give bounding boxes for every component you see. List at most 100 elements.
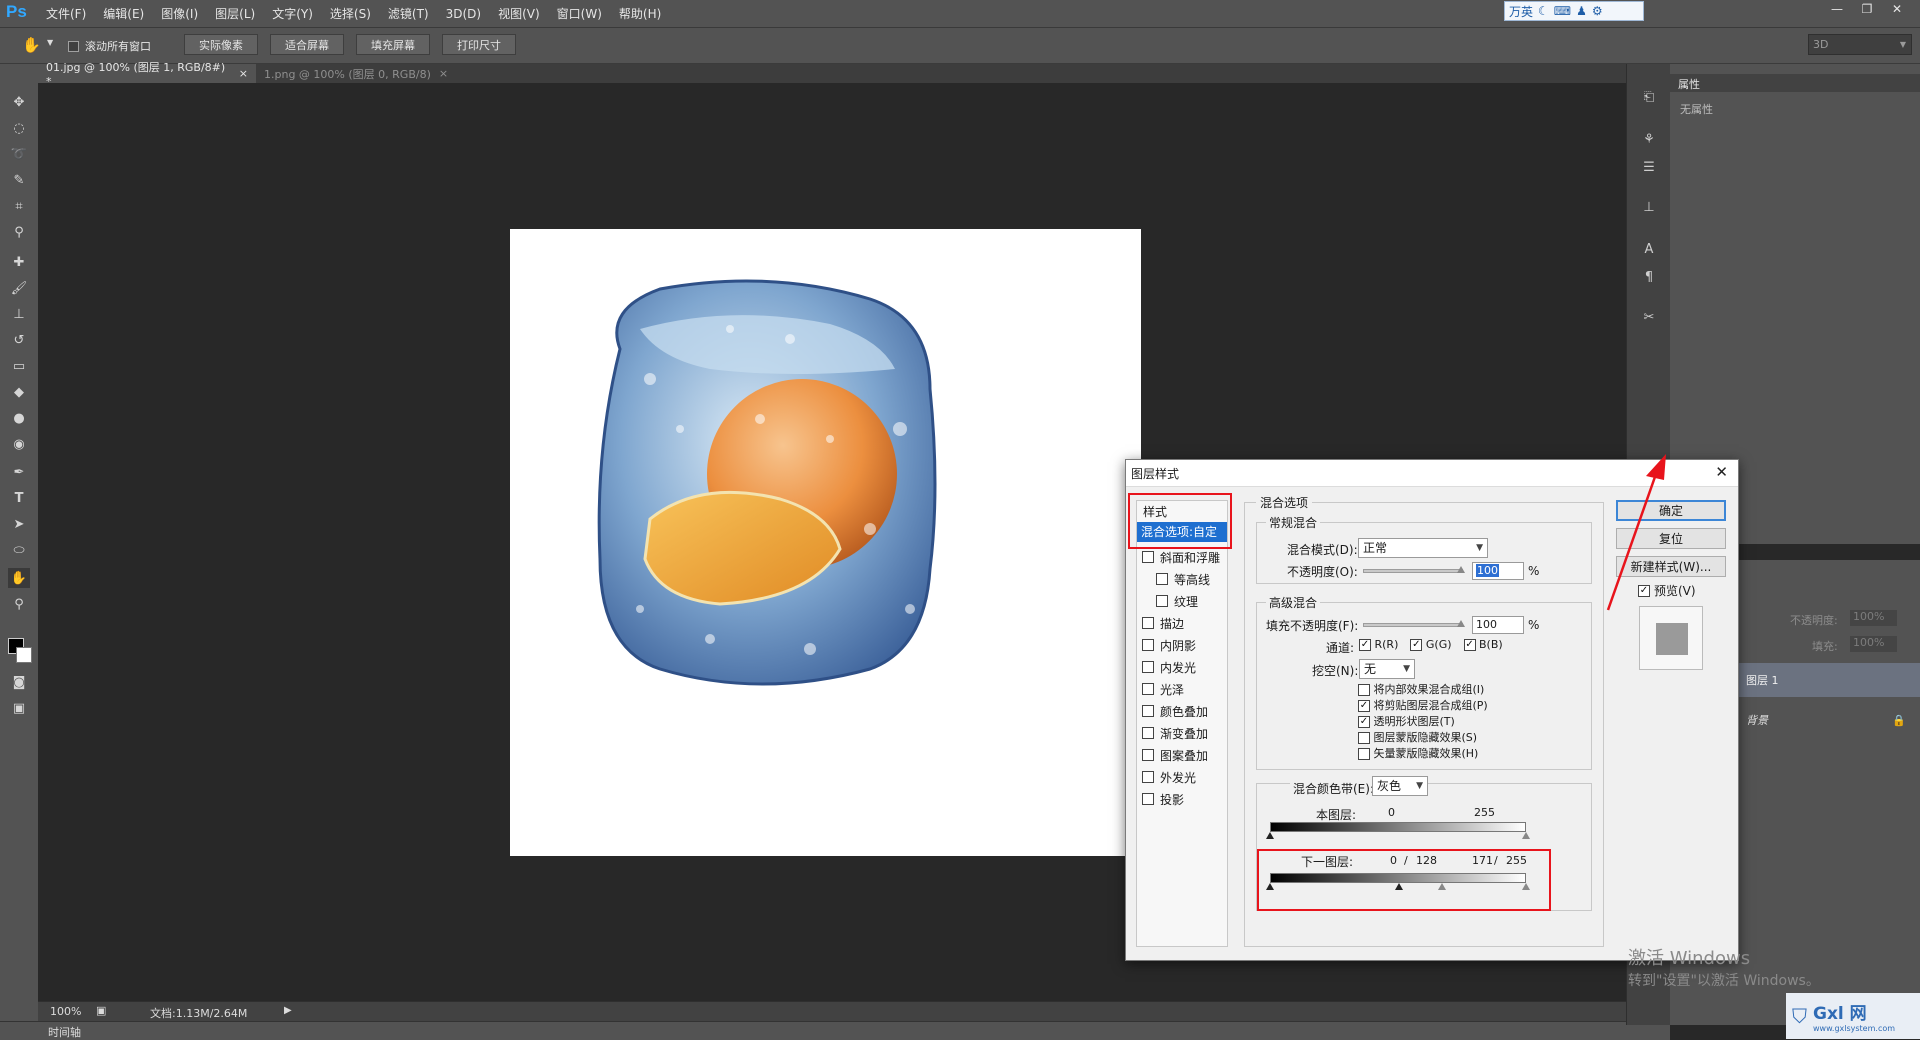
knockout-select[interactable]: 无 ▼ [1359, 659, 1415, 679]
hand-tool-icon[interactable]: ✋ [22, 36, 41, 54]
style-item-contour[interactable]: 等高线 [1156, 570, 1210, 588]
path-select-tool-icon[interactable]: ➤ [8, 514, 30, 534]
style-item-gradient-overlay[interactable]: 渐变叠加 [1142, 724, 1208, 742]
close-icon[interactable]: × [439, 67, 448, 80]
menu-image[interactable]: 图像(I) [161, 5, 198, 22]
healing-brush-tool-icon[interactable]: ✚ [8, 252, 30, 272]
fit-screen-button[interactable]: 适合屏幕 [270, 34, 344, 55]
menu-file[interactable]: 文件(F) [46, 5, 86, 22]
zoom-tool-icon[interactable]: ⚲ [8, 594, 30, 614]
screen-mode-icon[interactable]: ▣ [8, 698, 30, 718]
opacity-slider-handle[interactable] [1457, 566, 1465, 573]
eraser-tool-icon[interactable]: ▭ [8, 356, 30, 376]
menu-layer[interactable]: 图层(L) [215, 5, 255, 22]
menu-window[interactable]: 窗口(W) [557, 5, 602, 22]
print-size-button[interactable]: 打印尺寸 [442, 34, 516, 55]
style-checkbox[interactable] [1142, 749, 1154, 761]
style-checkbox[interactable] [1156, 595, 1168, 607]
style-checkbox[interactable] [1142, 727, 1154, 739]
workspace-select[interactable]: 3D ▼ [1808, 34, 1912, 55]
adjustments-panel-icon[interactable]: ⚘ [1638, 128, 1660, 150]
stamp-panel-icon[interactable]: ⊥ [1638, 196, 1660, 218]
scroll-all-windows[interactable]: 滚动所有窗口 [68, 38, 151, 54]
option-vector-mask-hides[interactable]: 矢量蒙版隐藏效果(H) [1358, 746, 1488, 762]
this-layer-white-slider[interactable] [1522, 832, 1530, 839]
this-layer-black-slider[interactable] [1266, 832, 1274, 839]
style-checkbox[interactable] [1142, 661, 1154, 673]
play-icon[interactable]: ▶ [284, 1005, 292, 1016]
opacity-input[interactable]: 100 [1472, 562, 1524, 580]
style-item-drop-shadow[interactable]: 投影 [1142, 790, 1184, 808]
dodge-tool-icon[interactable]: ◉ [8, 434, 30, 454]
menu-view[interactable]: 视图(V) [498, 5, 540, 22]
menu-type[interactable]: 文字(Y) [272, 5, 313, 22]
checkbox-b[interactable]: ✓ [1463, 639, 1476, 651]
menu-edit[interactable]: 编辑(E) [103, 5, 144, 22]
option-blend-interior[interactable]: 将内部效果混合成组(I) [1358, 682, 1488, 698]
style-checkbox[interactable] [1142, 683, 1154, 695]
close-icon[interactable]: × [239, 67, 248, 80]
background-color-swatch[interactable] [16, 647, 32, 663]
character-panel-icon[interactable]: A [1638, 238, 1660, 260]
chevron-down-icon[interactable]: ▼ [47, 38, 53, 47]
blur-tool-icon[interactable]: ● [8, 408, 30, 428]
eyedropper-tool-icon[interactable]: ⚲ [8, 222, 30, 242]
pen-tool-icon[interactable]: ✒ [8, 462, 30, 482]
quick-mask-icon[interactable]: ◙ [8, 672, 30, 692]
timeline-label[interactable]: 时间轴 [48, 1024, 81, 1040]
channel-r[interactable]: ✓ R(R) [1359, 638, 1398, 651]
opacity-slider[interactable] [1363, 569, 1463, 573]
opacity-value[interactable]: 100% [1850, 610, 1897, 626]
minimize-icon[interactable]: — [1822, 0, 1852, 18]
fill-value[interactable]: 100% [1850, 636, 1897, 652]
layer-name[interactable]: 图层 1 [1746, 672, 1779, 688]
this-layer-gradient[interactable] [1270, 822, 1526, 832]
document-canvas[interactable] [510, 229, 1141, 856]
blend-if-select[interactable]: 灰色 ▼ [1372, 776, 1428, 796]
ime-chars[interactable]: 万英 [1509, 3, 1533, 20]
brush-tool-icon[interactable]: 🖌 [8, 278, 30, 298]
style-checkbox[interactable] [1142, 771, 1154, 783]
checkbox[interactable] [1358, 748, 1370, 760]
hand-tool-icon[interactable]: ✋ [8, 568, 30, 588]
fill-opacity-slider[interactable] [1363, 623, 1463, 627]
menu-select[interactable]: 选择(S) [330, 5, 371, 22]
fill-opacity-slider-handle[interactable] [1457, 620, 1465, 627]
style-checkbox[interactable] [1156, 573, 1168, 585]
clone-stamp-tool-icon[interactable]: ⊥ [8, 304, 30, 324]
fill-opacity-input[interactable]: 100 [1472, 616, 1524, 634]
channel-b[interactable]: ✓ B(B) [1463, 638, 1503, 651]
sliders-panel-icon[interactable]: ☰ [1638, 156, 1660, 178]
style-checkbox[interactable] [1142, 793, 1154, 805]
crop-tool-icon[interactable]: ⌗ [8, 196, 30, 216]
checkbox[interactable] [1358, 684, 1370, 696]
marquee-tool-icon[interactable]: ◌ [8, 118, 30, 138]
history-brush-tool-icon[interactable]: ↺ [8, 330, 30, 350]
channel-g[interactable]: ✓ G(G) [1410, 638, 1452, 651]
lasso-tool-icon[interactable]: ➰ [8, 144, 30, 164]
quick-select-tool-icon[interactable]: ✎ [8, 170, 30, 190]
checkbox-r[interactable]: ✓ [1359, 639, 1371, 651]
layer-row-background[interactable]: 背景 🔒 [1738, 703, 1920, 737]
style-item-pattern-overlay[interactable]: 图案叠加 [1142, 746, 1208, 764]
option-blend-clipped[interactable]: ✓ 将剪贴图层混合成组(P) [1358, 698, 1488, 714]
tab-1-png[interactable]: 1.png @ 100% (图层 0, RGB/8) × [256, 64, 492, 83]
type-tool-icon[interactable]: T [8, 488, 30, 508]
style-item-outer-glow[interactable]: 外发光 [1142, 768, 1196, 786]
style-item-bevel[interactable]: 斜面和浮雕 [1142, 548, 1220, 566]
move-tool-icon[interactable]: ✥ [8, 92, 30, 112]
ellipse-tool-icon[interactable]: ⬭ [8, 540, 30, 560]
style-item-stroke[interactable]: 描边 [1142, 614, 1184, 632]
properties-tab[interactable]: 属性 [1678, 76, 1700, 92]
moon-icon[interactable]: ☾ [1538, 4, 1549, 18]
status-icon[interactable]: ▣ [96, 1004, 106, 1017]
paragraph-panel-icon[interactable]: ¶ [1638, 266, 1660, 288]
style-item-inner-glow[interactable]: 内发光 [1142, 658, 1196, 676]
tools-preset-icon[interactable]: ✂ [1638, 306, 1660, 328]
style-checkbox[interactable] [1142, 705, 1154, 717]
checkbox[interactable]: ✓ [1358, 700, 1370, 712]
ime-toolbar[interactable]: 万英 ☾ ⌨ ♟ ⚙ [1504, 1, 1644, 21]
close-icon[interactable]: ✕ [1715, 463, 1728, 481]
option-layer-mask-hides[interactable]: 图层蒙版隐藏效果(S) [1358, 730, 1488, 746]
restore-icon[interactable]: ❐ [1852, 0, 1882, 18]
